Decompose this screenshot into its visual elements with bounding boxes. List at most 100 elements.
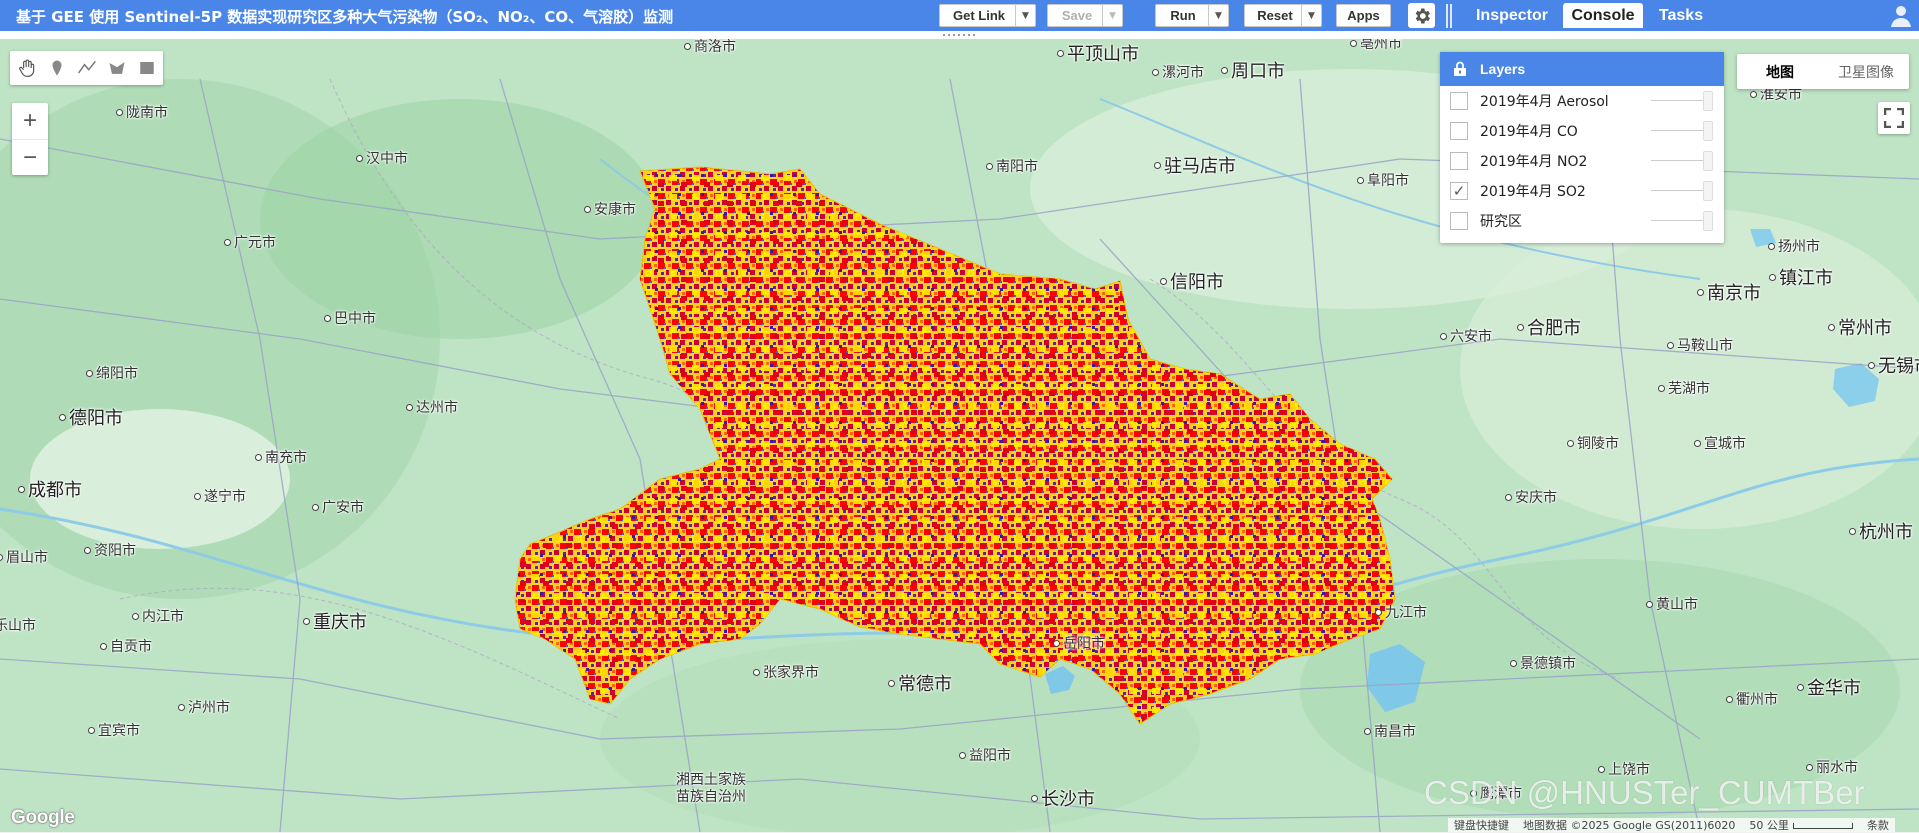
rectangle-icon[interactable]	[134, 55, 160, 81]
checkmark-icon: ✓	[1452, 182, 1466, 200]
tab-tasks[interactable]: Tasks	[1648, 3, 1714, 28]
map-label: 铜陵市	[1567, 433, 1619, 453]
opacity-slider-track[interactable]	[1651, 160, 1703, 161]
apps-button[interactable]: Apps	[1336, 4, 1391, 27]
layers-header[interactable]: Layers	[1440, 52, 1724, 86]
caret-down-icon: ▼	[1109, 10, 1116, 21]
script-title: 基于 GEE 使用 Sentinel-5P 数据实现研究区多种大气污染物（SO₂…	[16, 8, 674, 26]
zoom-out-button[interactable]: −	[12, 140, 48, 176]
save-button[interactable]: Save	[1047, 4, 1107, 27]
polygon-icon[interactable]	[104, 55, 130, 81]
terms-link[interactable]: 条款	[1867, 817, 1889, 833]
layers-title: Layers	[1480, 61, 1526, 77]
map-label: 宣城市	[1694, 433, 1746, 453]
drawing-tools	[10, 51, 163, 85]
map-label: 阜阳市	[1357, 170, 1409, 190]
map-label: 常州市	[1828, 314, 1892, 340]
map-label: 六安市	[1440, 326, 1492, 346]
map-label: 汉中市	[356, 148, 408, 168]
map-label: 漯河市	[1152, 62, 1204, 82]
opacity-slider-handle[interactable]	[1703, 91, 1713, 111]
run-button[interactable]: Run	[1155, 4, 1211, 27]
zoom-in-button[interactable]: +	[12, 103, 48, 140]
map-label: 景德镇市	[1510, 653, 1576, 673]
map-label: 广安市	[312, 497, 364, 517]
layer-checkbox[interactable]	[1450, 92, 1468, 110]
panel-splitter[interactable]	[1443, 0, 1455, 31]
layer-name: 研究区	[1480, 214, 1522, 230]
tab-inspector[interactable]: Inspector	[1467, 3, 1557, 28]
map-label: 信阳市	[1160, 268, 1224, 294]
map-label: 杭州市	[1849, 518, 1913, 544]
map-type-control: 地图 卫星图像	[1737, 54, 1909, 89]
user-avatar-icon[interactable]	[1888, 2, 1914, 28]
layer-checkbox[interactable]: ✓	[1450, 182, 1468, 200]
map-label: 亳州市	[1350, 39, 1402, 53]
map-label: 成都市	[18, 476, 82, 502]
map-label: 常德市	[888, 670, 952, 696]
run-dropdown[interactable]: ▼	[1208, 4, 1229, 27]
map-label: 镇江市	[1769, 264, 1833, 290]
caret-down-icon: ▼	[1308, 10, 1315, 21]
opacity-slider-handle[interactable]	[1703, 181, 1713, 201]
map-label: 安康市	[584, 199, 636, 219]
layer-row: 研究区	[1440, 206, 1724, 236]
layer-checkbox[interactable]	[1450, 152, 1468, 170]
get-link-dropdown[interactable]: ▼	[1015, 4, 1036, 27]
layer-name: 2019年4月 CO	[1480, 124, 1578, 140]
get-link-button[interactable]: Get Link	[939, 4, 1019, 27]
map-label: 眉山市	[0, 547, 48, 567]
scale-bar[interactable]: 50 公里	[1749, 817, 1853, 833]
map-label: 内江市	[132, 606, 184, 626]
gear-icon	[1415, 8, 1430, 23]
map-label: 金华市	[1797, 674, 1861, 700]
layer-row: 2019年4月 NO2	[1440, 146, 1724, 176]
map-label: 黄山市	[1646, 594, 1698, 614]
map-label: 德阳市	[59, 404, 123, 430]
resize-grip[interactable]	[934, 31, 984, 39]
hand-icon[interactable]	[14, 55, 40, 81]
reset-button[interactable]: Reset	[1244, 4, 1306, 27]
opacity-slider-handle[interactable]	[1703, 121, 1713, 141]
keyboard-shortcuts-link[interactable]: 键盘快捷键	[1454, 817, 1509, 833]
layers-panel: Layers 2019年4月 Aerosol 2019年4月 CO 2019年4…	[1440, 52, 1724, 243]
map-label: 资阳市	[84, 540, 136, 560]
map-label: 驻马店市	[1154, 152, 1236, 178]
polyline-icon[interactable]	[74, 55, 100, 81]
map-label: 衢州市	[1726, 689, 1778, 709]
opacity-slider-handle[interactable]	[1703, 151, 1713, 171]
layer-checkbox[interactable]	[1450, 212, 1468, 230]
map-label: 扬州市	[1768, 236, 1820, 256]
opacity-slider-track[interactable]	[1651, 130, 1703, 131]
map-label: 张家界市	[753, 662, 819, 682]
opacity-slider-track[interactable]	[1651, 220, 1703, 221]
map-label: 周口市	[1221, 57, 1285, 83]
map-label: 合肥市	[1517, 314, 1581, 340]
map-label: 达州市	[406, 397, 458, 417]
marker-icon[interactable]	[44, 55, 70, 81]
layer-name: 2019年4月 NO2	[1480, 154, 1588, 170]
map-data-notice: 地图数据 ©2025 Google GS(2011)6020	[1523, 819, 1736, 832]
map-label: 岳阳市	[1053, 633, 1105, 653]
layer-checkbox[interactable]	[1450, 122, 1468, 140]
map-label: 泸州市	[178, 697, 230, 717]
map-label: 长沙市	[1031, 785, 1095, 811]
map-label: 益阳市	[959, 745, 1011, 765]
opacity-slider-handle[interactable]	[1703, 211, 1713, 231]
fullscreen-button[interactable]	[1878, 102, 1910, 134]
map-label: 平顶山市	[1057, 40, 1139, 66]
watermark-text: CSDN @HNUSTer_CUMTBer	[1424, 774, 1865, 811]
map-label: 遂宁市	[194, 486, 246, 506]
map-label: 安庆市	[1505, 487, 1557, 507]
save-dropdown[interactable]: ▼	[1102, 4, 1123, 27]
tab-console[interactable]: Console	[1563, 3, 1643, 28]
opacity-slider-track[interactable]	[1651, 100, 1703, 101]
settings-button[interactable]	[1408, 3, 1435, 28]
lock-icon[interactable]	[1440, 61, 1480, 77]
map-label: 宜宾市	[88, 720, 140, 740]
map-canvas[interactable]: 商洛市 平顶山市 漯河市 周口市 亳州市 陇南市 汉中市 南阳市 驻马店市 阜阳…	[0, 39, 1919, 832]
reset-dropdown[interactable]: ▼	[1301, 4, 1322, 27]
opacity-slider-track[interactable]	[1651, 190, 1703, 191]
map-type-roadmap[interactable]: 地图	[1737, 54, 1823, 89]
map-type-satellite[interactable]: 卫星图像	[1823, 54, 1909, 89]
